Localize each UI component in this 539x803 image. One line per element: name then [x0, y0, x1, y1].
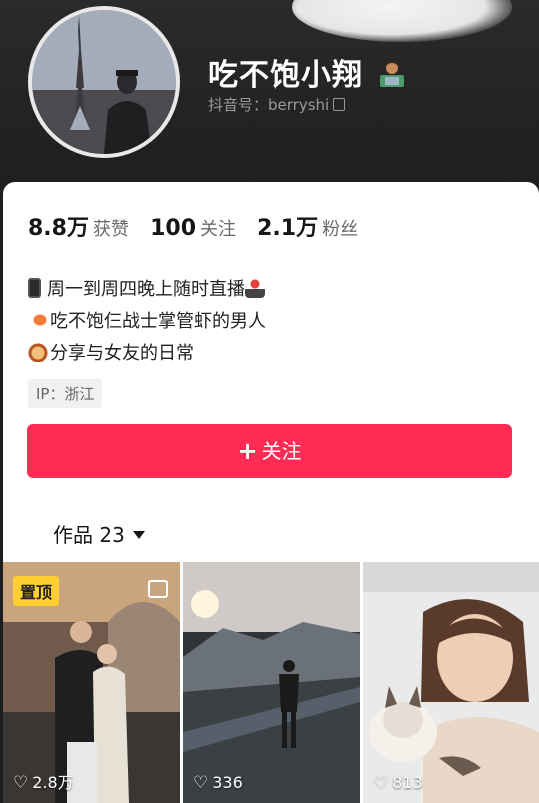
heart-icon: ♡ — [373, 773, 389, 793]
avatar-image — [32, 10, 176, 154]
video-tile[interactable]: 置顶 ♡ 2.8万 — [3, 562, 180, 803]
copy-icon[interactable] — [333, 98, 346, 111]
video-grid: 置顶 ♡ 2.8万 ♡ 336 ♡ 813 — [3, 562, 539, 803]
heart-icon: ♡ — [193, 773, 209, 793]
stat-following-value: 100 — [150, 216, 197, 241]
douyin-id: 抖音号：berryshi — [208, 94, 346, 115]
video-thumbnail — [363, 562, 539, 803]
douyin-id-text: 抖音号：berryshi — [208, 96, 330, 114]
mobile-phone-emoji-icon — [28, 278, 41, 298]
stat-followers-value: 2.1万 — [257, 216, 319, 241]
follow-button[interactable]: + 关注 — [27, 424, 512, 478]
chevron-down-icon[interactable] — [132, 531, 145, 539]
stat-following-label: 关注 — [200, 219, 237, 240]
tab-works[interactable]: 作品 23 — [53, 519, 145, 548]
stats-row: 8.8万 获赞 100 关注 2.1万 粉丝 — [28, 210, 374, 242]
bio-line: 周一到周四晚上随时直播 — [28, 274, 267, 306]
stat-likes: 8.8万 获赞 — [28, 210, 129, 242]
avatar[interactable] — [28, 6, 180, 158]
stat-likes-value: 8.8万 — [28, 216, 89, 241]
video-likes-count: 2.8万 — [32, 773, 74, 792]
profile-card: 8.8万 获赞 100 关注 2.1万 粉丝 周一到周四晚上随时直播 吃不饱仨战士掌管… — [3, 182, 539, 803]
video-likes-count: 813 — [392, 773, 423, 792]
video-likes: ♡ 2.8万 — [13, 769, 74, 793]
man-technologist-emoji-icon — [380, 61, 405, 87]
bio-line-text: 吃不饱仨战士掌管虾的男人 — [50, 311, 266, 332]
pinned-badge: 置顶 — [13, 576, 60, 606]
stat-followers[interactable]: 2.1万 粉丝 — [257, 210, 358, 242]
tab-works-label: 作品 23 — [53, 523, 125, 547]
bio-line: 吃不饱仨战士掌管虾的男人 — [28, 306, 267, 338]
video-thumbnail — [183, 562, 360, 803]
plus-icon: + — [237, 437, 258, 465]
follow-button-label: 关注 — [261, 439, 302, 463]
video-tile[interactable]: ♡ 336 — [183, 562, 360, 803]
profile-header: 吃不饱小翔 抖音号：berryshi — [0, 0, 539, 200]
ip-location-tag: IP：浙江 — [28, 379, 103, 408]
shrimp-emoji-icon — [28, 310, 48, 330]
video-likes: ♡ 813 — [373, 773, 423, 793]
bio: 周一到周四晚上随时直播 吃不饱仨战士掌管虾的男人 分享与女友的日常 — [28, 274, 267, 370]
nickname-text: 吃不饱小翔 — [208, 58, 363, 93]
bio-line: 分享与女友的日常 — [28, 338, 267, 370]
bio-line-text: 周一到周四晚上随时直播 — [47, 279, 245, 300]
video-likes-count: 336 — [212, 773, 243, 792]
multi-image-icon — [148, 580, 168, 598]
heart-icon: ♡ — [13, 773, 29, 793]
stat-followers-label: 粉丝 — [322, 219, 359, 240]
video-likes: ♡ 336 — [193, 773, 243, 793]
header-cover-decoration — [292, 0, 512, 42]
bio-line-text: 分享与女友的日常 — [50, 343, 194, 364]
video-tile[interactable]: ♡ 813 — [363, 562, 539, 803]
nickname: 吃不饱小翔 — [208, 50, 408, 94]
joystick-emoji-icon — [245, 278, 265, 298]
woman-emoji-icon — [28, 342, 48, 362]
stat-following[interactable]: 100 关注 — [150, 215, 236, 241]
stat-likes-label: 获赞 — [92, 219, 129, 240]
